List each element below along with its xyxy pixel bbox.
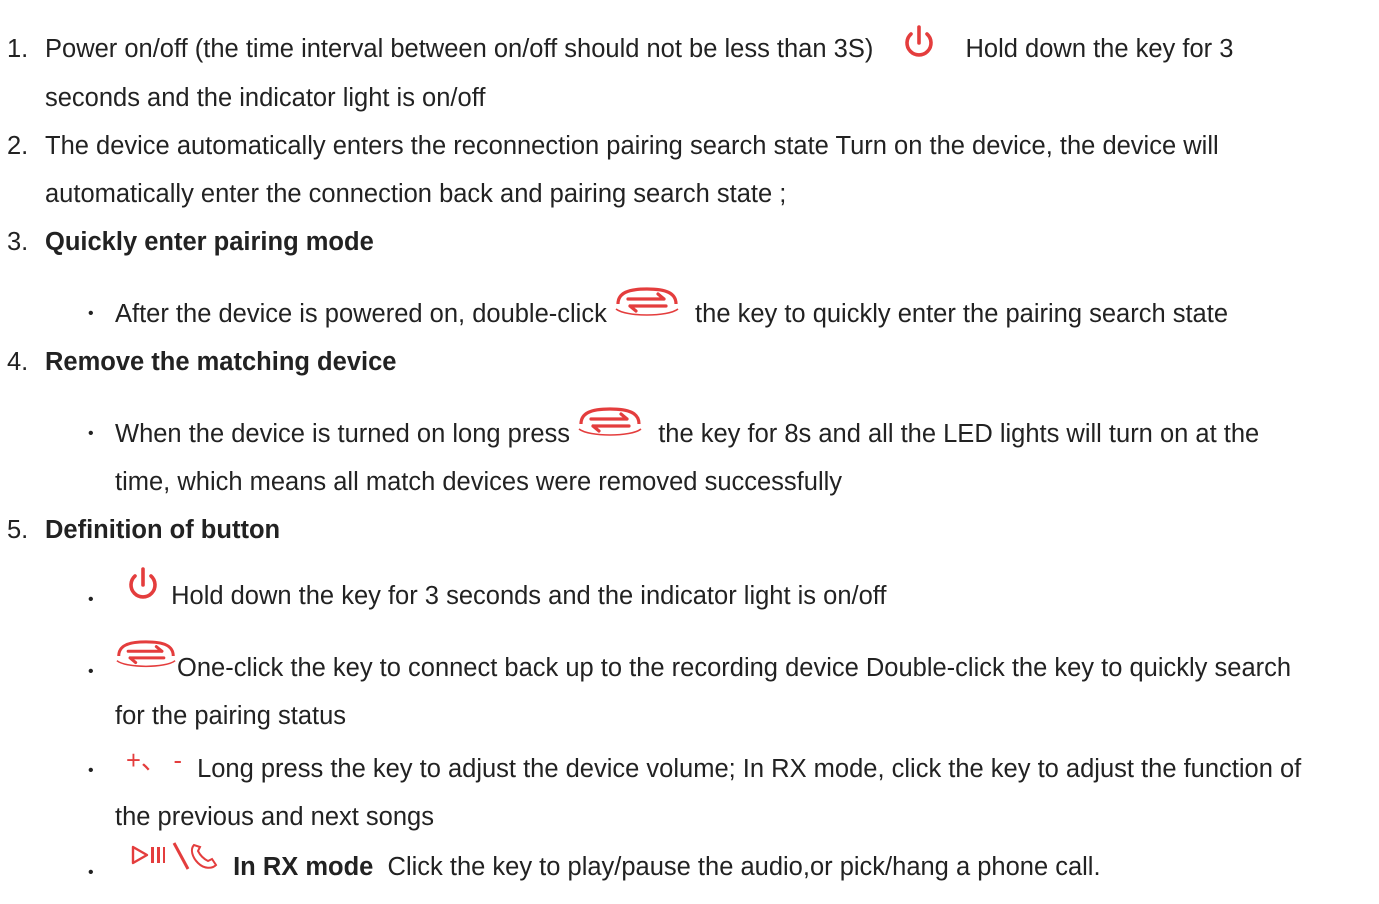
section-heading: Definition of button <box>45 516 281 544</box>
bullet: • <box>88 591 94 608</box>
button-def-text: Long press the key to adjust the device … <box>197 755 1302 783</box>
item-number: 2. <box>7 132 29 160</box>
pair-switch-icon <box>614 287 680 321</box>
item-text: automatically enter the connection back … <box>45 180 787 208</box>
play-pause-call-icon <box>130 841 222 871</box>
bullet: • <box>88 425 94 442</box>
button-def-text: for the pairing status <box>115 702 347 730</box>
pair-switch-icon <box>577 407 643 441</box>
bullet: • <box>88 762 94 779</box>
bullet: • <box>88 864 94 881</box>
button-def-text: Click the key to play/pause the audio,or… <box>373 853 1101 881</box>
manual-page: 1. Power on/off (the time interval betwe… <box>0 0 1379 904</box>
bullet: • <box>88 663 94 680</box>
mode-label: In RX mode <box>233 853 374 881</box>
item-text: seconds and the indicator light is on/of… <box>45 84 486 112</box>
bullet-text-continued: the key to quickly enter the pairing sea… <box>695 300 1229 328</box>
item-number: 5. <box>7 516 29 544</box>
bullet: • <box>88 305 94 322</box>
bullet-text-continued: the key for 8s and all the LED lights wi… <box>658 420 1260 448</box>
item-number: 4. <box>7 348 29 376</box>
section-heading: Quickly enter pairing mode <box>45 228 374 256</box>
bullet-text: time, which means all match devices were… <box>115 468 843 496</box>
item-text-continued: Hold down the key for 3 <box>965 35 1234 63</box>
item-text: Power on/off (the time interval between … <box>45 35 874 63</box>
button-def-text: One-click the key to connect back up to … <box>177 654 1292 682</box>
power-icon <box>902 25 936 61</box>
button-def-text: Hold down the key for 3 seconds and the … <box>171 582 887 610</box>
volume-plus-minus-icon: +、 - <box>126 747 182 775</box>
item-number: 3. <box>7 228 29 256</box>
bullet-text: After the device is powered on, double-c… <box>115 300 607 328</box>
power-icon <box>126 567 160 603</box>
item-number: 1. <box>7 35 29 63</box>
button-def-text: the previous and next songs <box>115 803 434 831</box>
section-heading: Remove the matching device <box>45 348 397 376</box>
pair-switch-icon <box>115 639 177 673</box>
bullet-text: When the device is turned on long press <box>115 420 571 448</box>
item-text: The device automatically enters the reco… <box>45 132 1219 160</box>
